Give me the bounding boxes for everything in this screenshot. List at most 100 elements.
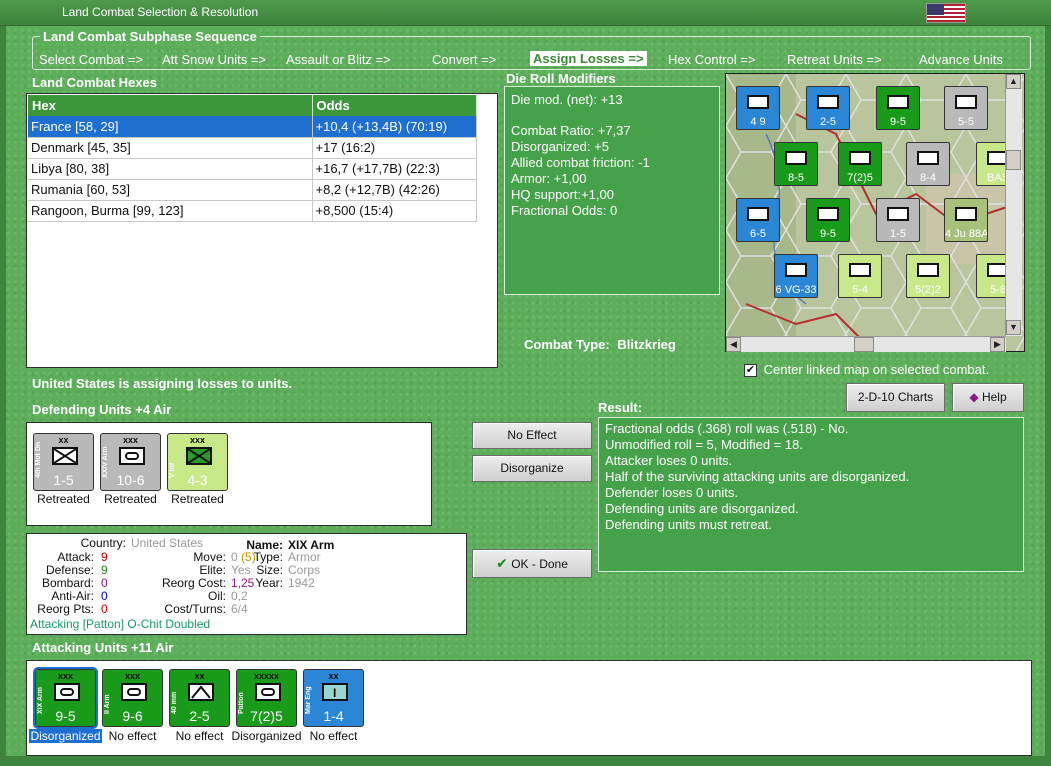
table-row[interactable]: Libya [80, 38] +16,7 (+17,7B) (22:3) [28,158,477,180]
attack-value: 9 [101,550,108,564]
map-counter-strength: 5(2)2 [915,284,941,296]
odds-cell: +16,7 (+17,7B) (22:3) [312,158,477,180]
unit-counter[interactable]: xxxxx Patton 7(2)5 [236,669,297,727]
linked-map[interactable]: 4 9 2-5 9-5 5-5 8-5 7(2)5 8-4 BAS 6-5 9-5 1-5 4 Ju … [725,73,1025,352]
map-counter[interactable]: 5-5 [944,86,988,130]
unit-symbol-icon [785,151,807,165]
map-counter-strength: 4 Ju 88A1 [945,228,987,240]
unit-symbol-icon [849,263,871,277]
map-counter[interactable]: 7(2)5 [838,142,882,186]
window-title: Land Combat Selection & Resolution [62,5,259,19]
unit-counter[interactable]: xxx XXIV Arm 10-6 [100,433,161,491]
map-vertical-scrollbar[interactable]: ▲ ▼ [1005,74,1022,336]
anti-air-label: Anti-Air: [51,589,94,603]
step-hex-control[interactable]: Hex Control => [668,52,755,67]
move-value: 0 (5) [231,550,256,564]
map-counter-strength: 7(2)5 [847,172,873,184]
unit-info-panel: Country: United States Name: XIX Arm Att… [26,533,467,635]
table-row[interactable]: France [58, 29] +10,4 (+13,4B) (70:19) [28,116,477,138]
hexes-list[interactable]: Hex Odds France [58, 29] +10,4 (+13,4B) … [26,93,498,368]
left-window-edge [0,26,6,766]
map-counter[interactable]: 5(2)2 [906,254,950,298]
disorganize-button[interactable]: Disorganize [472,455,592,482]
bombard-value: 0 [101,576,108,590]
combat-type-label: Combat Type: [524,337,610,352]
odds-cell: +8,2 (+12,7B) (42:26) [312,179,477,201]
unit-counter[interactable]: xx 40 mm 2-5 [169,669,230,727]
ok-done-button[interactable]: ✔ OK - Done [472,549,592,578]
map-counter[interactable]: 8-4 [906,142,950,186]
result-panel: Fractional odds (.368) roll was (.518) -… [598,417,1024,572]
result-line: Unmodified roll = 5, Modified = 18. [605,437,803,452]
help-button[interactable]: ◆ Help [952,383,1024,412]
column-header-hex[interactable]: Hex [28,95,313,116]
scroll-thumb[interactable] [854,337,874,352]
ok-done-label: OK - Done [511,557,568,571]
scroll-left-icon[interactable]: ◀ [726,337,741,352]
no-effect-button[interactable]: No Effect [472,422,592,449]
step-att-snow-units[interactable]: Att Snow Units => [162,52,266,67]
map-counter[interactable]: 6-5 [736,198,780,242]
unit-counter[interactable]: xxx XIX Arm 9-5 [33,667,98,729]
reorg-pts-value: 0 [101,602,108,616]
result-line: Half of the surviving attacking units ar… [605,469,910,484]
scroll-down-icon[interactable]: ▼ [1006,320,1021,335]
cost-turns-label: Cost/Turns: [164,602,226,616]
hex-cell: Rumania [60, 53] [28,179,313,201]
map-counter[interactable]: 2-5 [806,86,850,130]
defense-value: 9 [101,563,108,577]
map-counter[interactable]: 9-5 [806,198,850,242]
oil-value: 0,2 [231,589,248,603]
table-row[interactable]: Rangoon, Burma [99, 123] +8,500 (15:4) [28,200,477,222]
unit-counter[interactable]: xx 4th Mot Div 1-5 [33,433,94,491]
unit-counter[interactable]: xx Mar Eng I 1-4 [303,669,364,727]
unit-counter[interactable]: xxx II Arm 9-6 [102,669,163,727]
step-select-combat[interactable]: Select Combat => [39,52,143,67]
step-advance-units[interactable]: Advance Units [919,52,1003,67]
odds-cell: +17 (16:2) [312,137,477,159]
map-counter-strength: 5-4 [852,284,868,296]
unit-counter[interactable]: xxx V Inf 4-3 [167,433,228,491]
map-counter-strength: 9-5 [890,116,906,128]
unit-symbol-icon [747,95,769,109]
hexes-title: Land Combat Hexes [32,75,157,90]
unit-strength: 1-5 [53,472,74,488]
column-header-odds[interactable]: Odds [312,95,477,116]
map-counter-strength: 8-4 [920,172,936,184]
map-counter[interactable]: 4 9 [736,86,780,130]
step-retreat-units[interactable]: Retreat Units => [787,52,882,67]
table-row[interactable]: Rumania [60, 53] +8,2 (+12,7B) (42:26) [28,179,477,201]
table-row[interactable]: Denmark [45, 35] +17 (16:2) [28,137,477,159]
defending-units: xx 4th Mot Div 1-5 Retreated xxx XXIV Arm 10-6… [26,422,432,526]
country-label: Country: [80,536,126,550]
step-assign-losses[interactable]: Assign Losses => [530,51,647,66]
unit-symbol-icon [817,95,839,109]
map-horizontal-scrollbar[interactable]: ◀ ▶ [726,336,1006,352]
checkmark-icon: ✔ [496,555,508,571]
checkmark-icon[interactable]: ✔ [744,364,757,378]
map-counter[interactable]: 6 VG-33 [774,254,818,298]
map-counter[interactable]: 9-5 [876,86,920,130]
modifier-line: Die mod. (net): +13 [511,92,623,107]
map-counter[interactable]: 4 Ju 88A1 [944,198,988,242]
oil-label: Oil: [208,589,226,603]
scroll-up-icon[interactable]: ▲ [1006,74,1021,89]
map-counter[interactable]: 1-5 [876,198,920,242]
map-counter-strength: 1-5 [890,228,906,240]
map-counter[interactable]: 5-4 [838,254,882,298]
map-counter[interactable]: 8-5 [774,142,818,186]
unit-status: Disorganized [231,729,302,743]
step-convert[interactable]: Convert => [432,52,496,67]
hex-cell: Denmark [45, 35] [28,137,313,159]
scroll-right-icon[interactable]: ▶ [990,337,1005,352]
modifier-line: HQ support:+1,00 [511,187,614,202]
armor-symbol-icon [54,683,80,701]
charts-button[interactable]: 2-D-10 Charts [846,383,945,412]
unit-symbol-icon [887,95,909,109]
size-label: Size: [256,563,283,577]
reorg-cost-label: Reorg Cost: [161,576,226,590]
scroll-thumb[interactable] [1006,150,1021,170]
step-assault-or-blitz[interactable]: Assault or Blitz => [286,52,391,67]
unit-strength: 1-4 [323,708,344,724]
center-map-checkbox[interactable]: ✔ Center linked map on selected combat. [744,362,989,378]
